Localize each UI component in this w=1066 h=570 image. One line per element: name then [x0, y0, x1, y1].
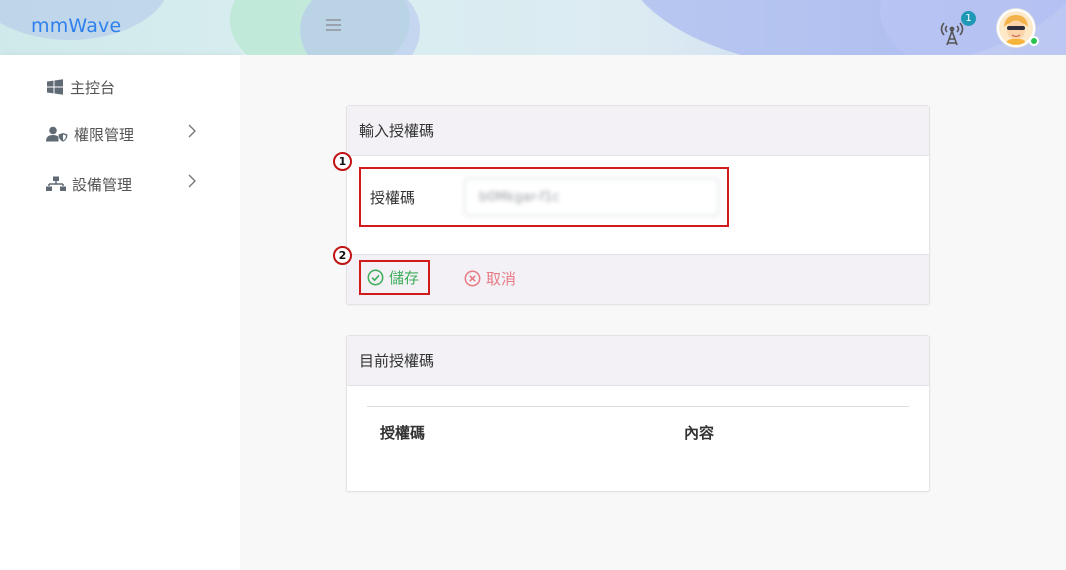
step-marker-2: 2: [333, 246, 352, 265]
header-decoration: [300, 0, 420, 55]
header-decoration: [880, 0, 1066, 55]
sidebar-item-devices[interactable]: 設備管理: [46, 172, 206, 196]
sidebar-item-label: 主控台: [70, 78, 116, 97]
table-divider: [367, 406, 909, 407]
cancel-label: 取消: [486, 269, 517, 288]
online-status-dot: [1029, 36, 1039, 46]
sidebar-item-label: 權限管理: [74, 125, 135, 144]
current-license-card: 目前授權碼 授權碼 內容: [346, 335, 930, 492]
column-header-license: 授權碼: [380, 424, 426, 442]
top-header: mmWave 1: [0, 0, 1066, 55]
sidebar-item-dashboard[interactable]: 主控台: [46, 75, 206, 99]
sidebar-item-label: 設備管理: [72, 175, 133, 194]
user-shield-icon: [46, 126, 68, 142]
card-title: 輸入授權碼: [347, 106, 929, 156]
brand-logo[interactable]: mmWave: [31, 15, 121, 37]
check-circle-icon: [367, 269, 384, 286]
card-title: 目前授權碼: [347, 336, 929, 386]
cancel-button[interactable]: 取消: [464, 264, 516, 292]
license-field-highlight: 授權碼: [359, 167, 729, 227]
card-footer: 儲存 取消: [347, 254, 929, 304]
windows-icon: [47, 79, 63, 95]
chevron-right-icon: [188, 124, 196, 142]
notification-badge: 1: [961, 11, 976, 26]
save-button[interactable]: 儲存: [359, 260, 430, 295]
x-circle-icon: [464, 270, 481, 286]
license-code-input[interactable]: [464, 178, 719, 216]
menu-toggle-icon[interactable]: [326, 19, 341, 33]
sidebar-item-permissions[interactable]: 權限管理: [46, 122, 206, 146]
sitemap-icon: [46, 176, 66, 191]
license-field-label: 授權碼: [370, 189, 416, 207]
chevron-right-icon: [188, 174, 196, 192]
step-marker-1: 1: [333, 152, 352, 171]
input-license-card: 輸入授權碼 授權碼 儲存 取消: [346, 105, 930, 305]
sidebar: 主控台 權限管理 設備管理: [0, 55, 240, 570]
save-label: 儲存: [389, 269, 420, 287]
antenna-tower-icon[interactable]: [940, 18, 964, 46]
column-header-content: 內容: [684, 424, 715, 442]
